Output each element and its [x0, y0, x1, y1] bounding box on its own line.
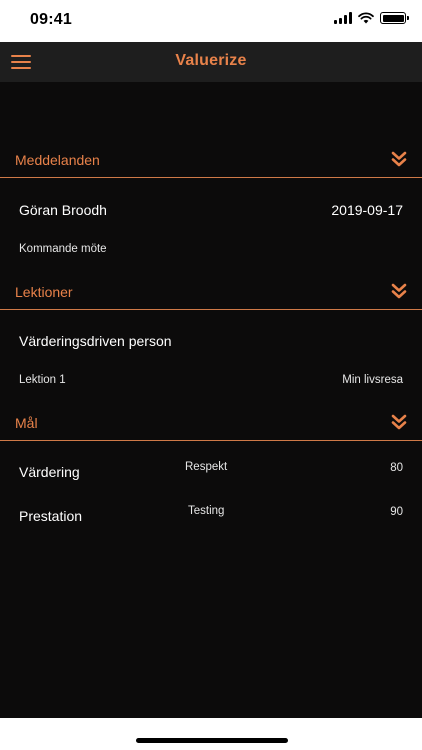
double-chevron-down-icon[interactable] [391, 150, 407, 168]
main-content: Meddelanden Göran Broodh 2019-09-17 Komm… [0, 82, 422, 718]
lesson-subtitle: Min livsresa [342, 374, 403, 386]
section-header-lessons[interactable]: Lektioner [0, 276, 422, 310]
section-title-messages: Meddelanden [15, 152, 100, 168]
cellular-signal-icon [334, 12, 352, 24]
goal-name: Prestation [19, 508, 83, 524]
status-bar: 09:41 [0, 0, 422, 42]
goal-value-label: Testing [188, 505, 225, 517]
goal-name: Värdering [19, 464, 80, 480]
goal-value-label: Respekt [185, 461, 228, 473]
goal-score: 80 [390, 462, 403, 474]
home-indicator[interactable] [136, 738, 288, 743]
lesson-title[interactable]: Värderingsdriven person [19, 333, 172, 349]
section-header-goals[interactable]: Mål [0, 407, 422, 441]
lesson-number: Lektion 1 [19, 374, 66, 386]
app-title: Valuerize [175, 52, 247, 69]
nav-bar: Valuerize [0, 42, 422, 82]
bottom-safe-area [0, 718, 422, 750]
status-time: 09:41 [30, 11, 72, 28]
status-icons [334, 12, 409, 24]
section-title-goals: Mål [15, 415, 38, 431]
double-chevron-down-icon[interactable] [391, 282, 407, 300]
battery-icon [380, 12, 409, 24]
double-chevron-down-icon[interactable] [391, 413, 407, 431]
section-header-messages[interactable]: Meddelanden [0, 144, 422, 178]
message-subject[interactable]: Kommande möte [19, 243, 107, 255]
message-sender[interactable]: Göran Broodh [19, 202, 107, 218]
wifi-icon [358, 12, 374, 24]
section-title-lessons: Lektioner [15, 284, 73, 300]
message-date: 2019-09-17 [331, 202, 403, 218]
goal-score: 90 [390, 506, 403, 518]
